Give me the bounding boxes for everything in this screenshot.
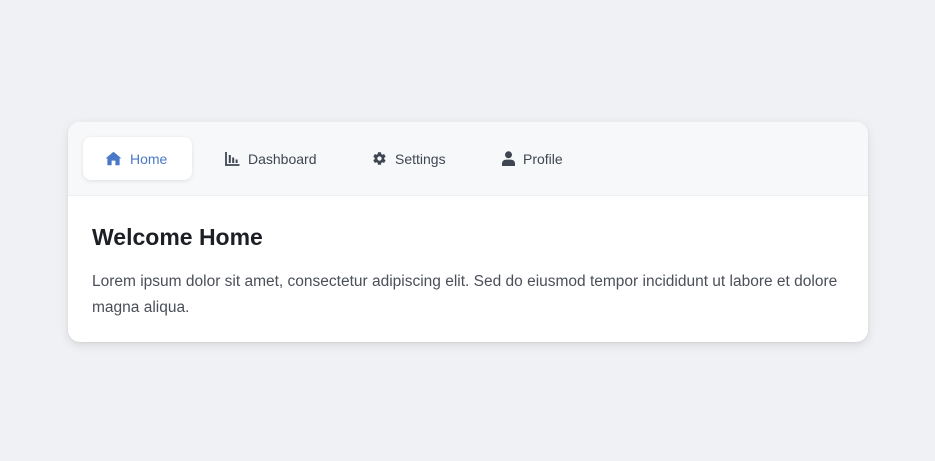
tab-settings-label: Settings <box>395 150 446 167</box>
tab-content-panel: Welcome Home Lorem ipsum dolor sit amet,… <box>68 196 868 321</box>
content-body: Lorem ipsum dolor sit amet, consectetur … <box>92 272 838 316</box>
gear-icon <box>372 151 387 166</box>
tab-home-label: Home <box>130 150 168 167</box>
tab-home[interactable]: Home <box>83 137 192 180</box>
tab-bar: Home Dashboard Settings Profile <box>68 122 868 196</box>
tab-dashboard[interactable]: Dashboard <box>203 137 339 180</box>
user-icon <box>502 151 515 166</box>
home-icon <box>105 151 122 166</box>
tab-dashboard-label: Dashboard <box>248 150 317 167</box>
tab-settings[interactable]: Settings <box>350 137 468 180</box>
tab-profile[interactable]: Profile <box>480 137 585 180</box>
tab-card: Home Dashboard Settings Profile Welcome … <box>68 122 868 342</box>
content-title: Welcome Home <box>92 224 263 250</box>
chart-icon <box>225 151 240 166</box>
tab-profile-label: Profile <box>523 150 563 167</box>
